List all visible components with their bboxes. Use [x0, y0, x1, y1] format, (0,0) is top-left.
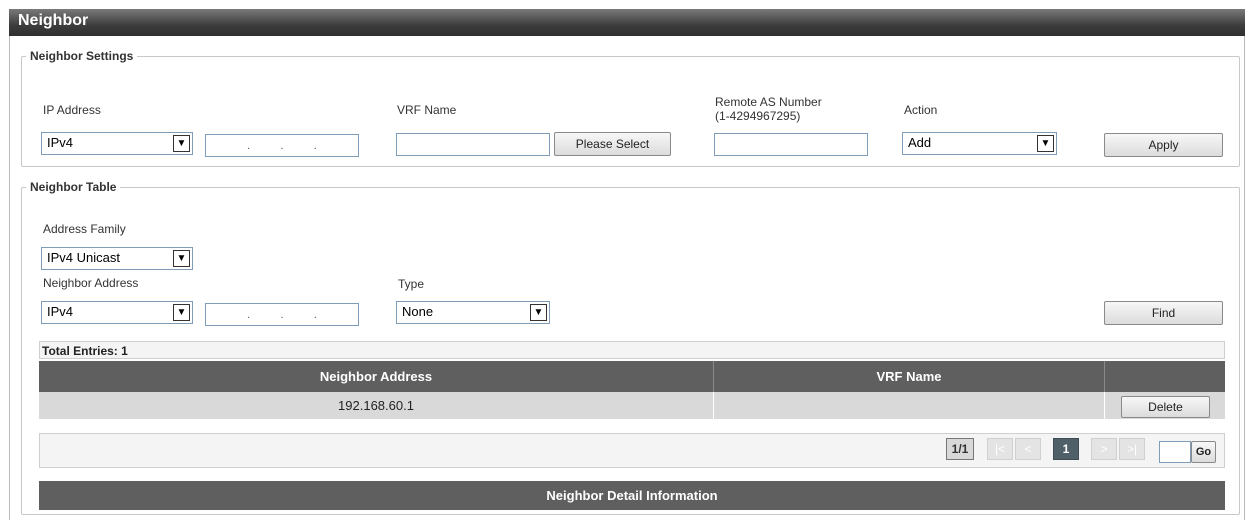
chevron-down-icon: ▼ [173, 304, 190, 321]
ip-dot-separator: . [247, 139, 251, 152]
remote-as-label-line2: (1-4294967295) [715, 109, 801, 123]
column-header-action [1105, 361, 1225, 392]
delete-button[interactable]: Delete [1121, 396, 1210, 418]
type-value: None [402, 304, 434, 319]
neighbor-address-type-select[interactable]: IPv4 ▼ [41, 301, 193, 324]
last-page-button[interactable]: >| [1119, 438, 1145, 460]
ip-dot-separator: . [280, 308, 284, 321]
address-family-label: Address Family [43, 222, 126, 236]
ip-dot-separator: . [280, 139, 284, 152]
action-label: Action [904, 103, 938, 117]
address-family-select[interactable]: IPv4 Unicast ▼ [41, 247, 193, 270]
page-title: Neighbor [9, 9, 1245, 36]
chevron-down-icon: ▼ [530, 304, 547, 321]
current-page[interactable]: 1 [1053, 438, 1079, 460]
type-select[interactable]: None ▼ [396, 301, 550, 324]
page-info: 1/1 [946, 438, 974, 460]
chevron-down-icon: ▼ [1037, 135, 1054, 152]
column-header-neighbor-address: Neighbor Address [39, 361, 714, 392]
action-value: Add [908, 135, 932, 150]
go-button[interactable]: Go [1191, 441, 1216, 463]
ip-dot-separator: . [313, 139, 317, 152]
type-label: Type [398, 277, 425, 291]
neighbor-address-input[interactable]: . . . [205, 303, 359, 326]
ip-address-input[interactable]: . . . [205, 134, 359, 157]
next-page-button[interactable]: > [1091, 438, 1117, 460]
remote-as-label: Remote AS Number (1-4294967295) [715, 95, 822, 123]
apply-button[interactable]: Apply [1104, 133, 1223, 157]
vrf-name-label: VRF Name [397, 103, 457, 117]
ip-address-label: IP Address [43, 103, 101, 117]
total-entries: Total Entries: 1 [39, 341, 1225, 359]
table-cell-neighbor-address: 192.168.60.1 [39, 392, 714, 419]
ip-type-select[interactable]: IPv4 ▼ [41, 132, 193, 155]
neighbor-table-legend: Neighbor Table [30, 180, 117, 194]
neighbor-settings-legend: Neighbor Settings [30, 49, 134, 63]
remote-as-input[interactable] [714, 133, 868, 156]
ip-dot-separator: . [313, 308, 317, 321]
table-cell-vrf-name [714, 392, 1105, 419]
chevron-down-icon: ▼ [173, 135, 190, 152]
pagination-bar [39, 433, 1225, 468]
neighbor-address-label: Neighbor Address [43, 276, 139, 290]
first-page-button[interactable]: |< [987, 438, 1013, 460]
ip-dot-separator: . [247, 308, 251, 321]
vrf-name-input[interactable] [396, 133, 550, 156]
find-button[interactable]: Find [1104, 301, 1223, 325]
chevron-down-icon: ▼ [173, 250, 190, 267]
action-select[interactable]: Add ▼ [902, 132, 1057, 155]
ip-type-value: IPv4 [47, 135, 74, 150]
neighbor-detail-header: Neighbor Detail Information [39, 481, 1225, 510]
neighbor-address-type-value: IPv4 [47, 304, 74, 319]
page-number-input[interactable] [1159, 441, 1191, 463]
remote-as-label-line1: Remote AS Number [715, 95, 822, 109]
prev-page-button[interactable]: < [1015, 438, 1041, 460]
column-header-vrf-name: VRF Name [714, 361, 1105, 392]
address-family-value: IPv4 Unicast [47, 250, 120, 265]
please-select-button[interactable]: Please Select [554, 132, 671, 156]
